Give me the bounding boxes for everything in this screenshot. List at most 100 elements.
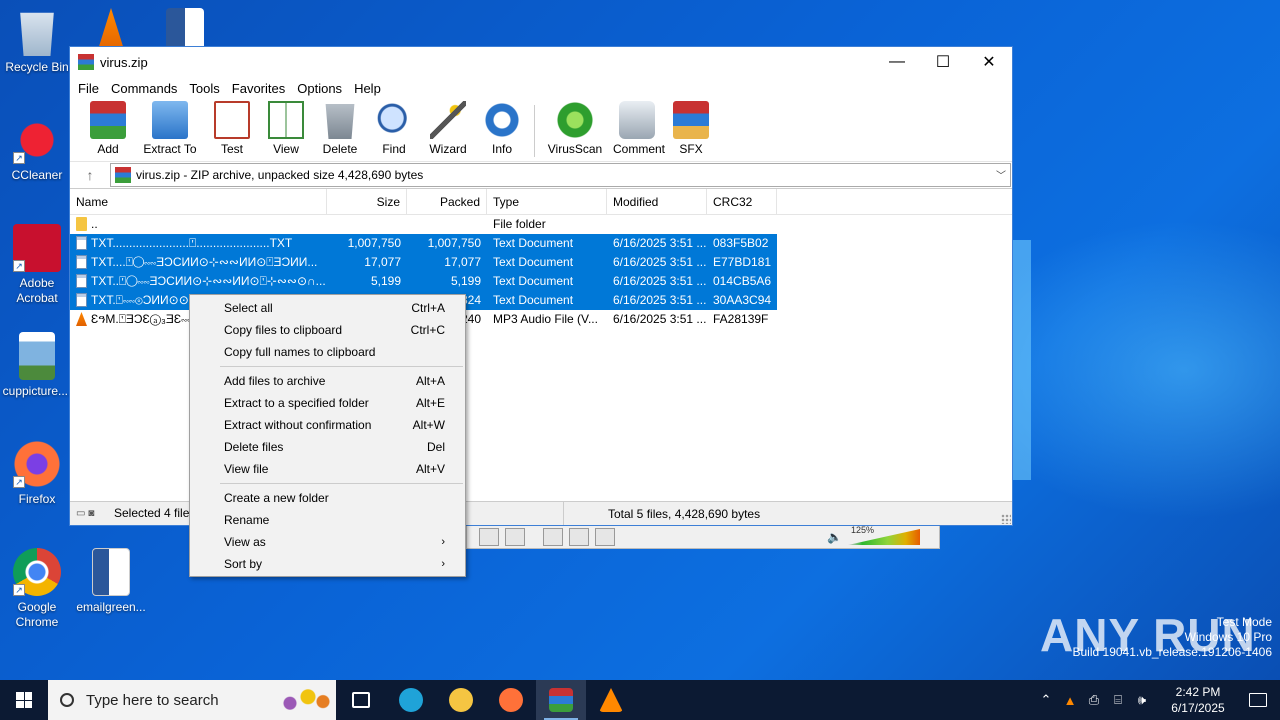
column-name[interactable]: Name: [70, 189, 327, 214]
archive-path-field[interactable]: virus.zip - ZIP archive, unpacked size 4…: [110, 162, 1011, 187]
title-bar[interactable]: virus.zip — ☐ ✕: [70, 47, 1012, 77]
desktop-icon-label: Firefox: [18, 492, 56, 506]
device-icon[interactable]: ⎙: [1082, 692, 1106, 708]
taskbar-task-view-button[interactable]: [336, 680, 386, 720]
column-size[interactable]: Size: [327, 189, 407, 214]
cell-type: Text Document: [487, 291, 607, 310]
toolbar-label: Comment: [613, 142, 666, 156]
menu-item-copy-full-names-to-clipboard[interactable]: Copy full names to clipboard: [190, 341, 465, 363]
close-button[interactable]: ✕: [966, 47, 1012, 77]
desktop-icon-ccleaner[interactable]: ↗ CCleaner: [0, 116, 74, 183]
watermark-line: Windows 10 Pro: [1184, 630, 1272, 644]
menu-item-rename[interactable]: Rename: [190, 509, 465, 531]
table-row[interactable]: TXT.......................⍞.............…: [70, 234, 1012, 253]
menu-item-copy-files-to-clipboard[interactable]: Copy files to clipboard Ctrl+C: [190, 319, 465, 341]
vlc-equalizer-button[interactable]: [505, 528, 525, 546]
menu-item-label: Add files to archive: [224, 374, 326, 388]
menu-item-view-as[interactable]: View as ›: [190, 531, 465, 553]
vlc-frame-button[interactable]: [479, 528, 499, 546]
add-archive-icon: [90, 101, 126, 139]
desktop-icon-vlc[interactable]: [74, 8, 148, 46]
menu-file[interactable]: File: [72, 81, 105, 96]
taskbar-winrar-button[interactable]: [536, 680, 586, 720]
wallpaper-window-pane: [1013, 240, 1031, 480]
menu-item-extract-without-confirmation[interactable]: Extract without confirmation Alt+W: [190, 414, 465, 436]
column-modified[interactable]: Modified: [607, 189, 707, 214]
watermark-line: Test Mode: [1216, 615, 1272, 629]
speaker-icon[interactable]: 🕪: [1130, 692, 1154, 708]
desktop-icon-label: cuppicture....: [2, 384, 72, 398]
vlc-playlist-button[interactable]: [543, 528, 563, 546]
column-type[interactable]: Type: [487, 189, 607, 214]
text-file-icon: [76, 274, 87, 288]
edge-icon: [399, 688, 423, 712]
cell-modified: 6/16/2025 3:51 ...: [607, 253, 707, 272]
menu-item-create-a-new-folder[interactable]: Create a new folder: [190, 487, 465, 509]
toolbar-add-button[interactable]: Add: [84, 101, 132, 156]
toolbar-delete-button[interactable]: Delete: [316, 101, 364, 156]
desktop-icon-cuppicture[interactable]: cuppicture....: [0, 332, 74, 399]
notifications-button[interactable]: [1236, 680, 1280, 720]
menu-item-view-file[interactable]: View file Alt+V: [190, 458, 465, 480]
vlc-tray-icon[interactable]: ▲: [1058, 693, 1082, 708]
vlc-shuffle-button[interactable]: [595, 528, 615, 546]
desktop-icon-recycle-bin[interactable]: Recycle Bin: [0, 8, 74, 75]
network-icon[interactable]: ⌸: [1106, 692, 1130, 708]
column-packed[interactable]: Packed: [407, 189, 487, 214]
toolbar-wizard-button[interactable]: Wizard: [424, 101, 472, 156]
toolbar-info-button[interactable]: Info: [478, 101, 526, 156]
taskbar-vlc-button[interactable]: [586, 680, 636, 720]
toolbar-find-button[interactable]: Find: [370, 101, 418, 156]
toolbar-test-button[interactable]: Test: [208, 101, 256, 156]
menu-help[interactable]: Help: [348, 81, 387, 96]
toolbar-sfx-button[interactable]: SFX: [667, 101, 715, 156]
drive-icon[interactable]: ▭ ◙: [70, 508, 112, 519]
chevron-down-icon[interactable]: ﹀: [992, 167, 1010, 182]
table-row[interactable]: TXT..⍞◯∾∾ƎƆCИИ⊙⊹∾∾ИИ⊙⍞⊹∾∾⊙∩... 5,199 5,199…: [70, 272, 1012, 291]
desktop-icon-acrobat[interactable]: ↗ Adobe Acrobat: [0, 224, 74, 306]
text-file-icon: [76, 255, 87, 269]
toolbar-comment-button[interactable]: Comment: [613, 101, 666, 156]
clock[interactable]: 2:42 PM 6/17/2025: [1160, 684, 1236, 716]
file-name: TXT..⍞◯∾∾ƎƆCИИ⊙⊹∾∾ИИ⊙⍞⊹∾∾⊙∩...: [91, 274, 326, 288]
toolbar-view-button[interactable]: View: [262, 101, 310, 156]
toolbar-extract-to-button[interactable]: Extract To: [138, 101, 202, 156]
cell-crc: FA28139F: [713, 312, 769, 326]
toolbar-virusscan-button[interactable]: VirusScan: [543, 101, 607, 156]
menu-commands[interactable]: Commands: [105, 81, 183, 96]
desktop-icon-word[interactable]: [148, 8, 222, 46]
taskbar-firefox-button[interactable]: [486, 680, 536, 720]
column-crc32[interactable]: CRC32: [707, 189, 777, 214]
menu-item-select-all[interactable]: Select all Ctrl+A: [190, 297, 465, 319]
menu-item-sort-by[interactable]: Sort by ›: [190, 553, 465, 575]
file-name: TXT.⍞∾∾⊚ƆИИ⊙⊙...: [91, 293, 199, 307]
taskbar: Type here to search ⌃ ▲ ⎙ ⌸ 🕪 2:42 PM 6/…: [0, 680, 1280, 720]
table-row[interactable]: .. File folder: [70, 215, 1012, 234]
desktop-icon-label: Recycle Bin: [5, 60, 69, 74]
desktop-icon-firefox[interactable]: ↗ Firefox: [0, 440, 74, 507]
taskbar-search[interactable]: Type here to search: [48, 680, 336, 720]
minimize-button[interactable]: —: [874, 47, 920, 77]
word-document-icon: [166, 8, 204, 46]
taskbar-file-explorer-button[interactable]: [436, 680, 486, 720]
chevron-up-icon[interactable]: ⌃: [1034, 692, 1058, 708]
taskbar-edge-button[interactable]: [386, 680, 436, 720]
menu-bar: File Commands Tools Favorites Options Help: [70, 77, 1012, 99]
menu-favorites[interactable]: Favorites: [226, 81, 291, 96]
speaker-icon[interactable]: 🔈: [827, 530, 842, 544]
up-arrow-icon[interactable]: ↑: [70, 167, 110, 183]
vlc-loop-button[interactable]: [569, 528, 589, 546]
menu-item-add-files-to-archive[interactable]: Add files to archive Alt+A: [190, 370, 465, 392]
menu-item-delete-files[interactable]: Delete files Del: [190, 436, 465, 458]
resize-grip[interactable]: [1001, 514, 1011, 524]
maximize-button[interactable]: ☐: [920, 47, 966, 77]
desktop-icon-emailgreen[interactable]: emailgreen...: [74, 548, 148, 615]
menu-item-extract-to-a-specified-folder[interactable]: Extract to a specified folder Alt+E: [190, 392, 465, 414]
start-button[interactable]: [0, 680, 48, 720]
table-row[interactable]: TXT....⍞◯∾∾ƎƆCИИ⊙⊹∾∾ИИ⊙⍞ƎƆИИ... 17,077 17,…: [70, 253, 1012, 272]
menu-options[interactable]: Options: [291, 81, 348, 96]
desktop-icon-chrome[interactable]: ↗ Google Chrome: [0, 548, 74, 630]
test-clipboard-icon: [214, 101, 250, 139]
menu-tools[interactable]: Tools: [183, 81, 225, 96]
toolbar-label: Find: [382, 142, 406, 156]
